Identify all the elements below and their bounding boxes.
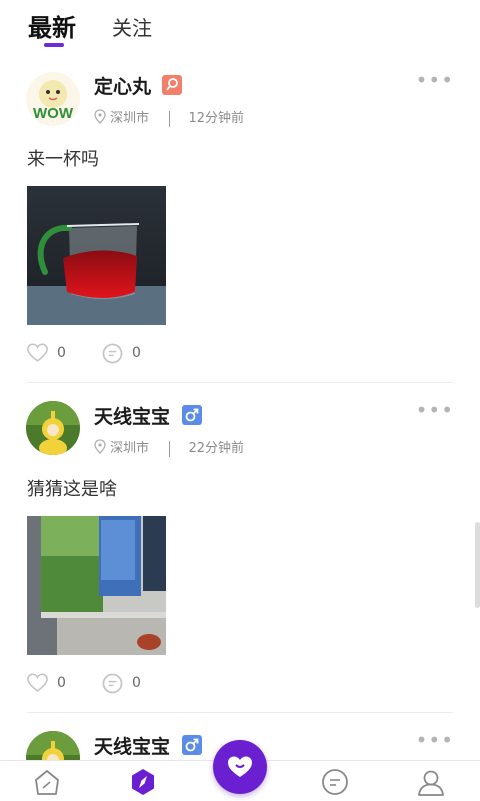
like-count: 0 <box>57 345 66 361</box>
location-text: 深圳市 <box>110 111 150 126</box>
nav-discover[interactable] <box>128 767 160 799</box>
home-icon <box>32 770 62 801</box>
svg-text:WOW: WOW <box>33 105 74 122</box>
meta-separator <box>169 440 171 457</box>
match-fab-button[interactable] <box>213 740 267 794</box>
tab-follow[interactable]: 关注 <box>112 12 152 41</box>
comment-count: 0 <box>132 675 141 691</box>
male-symbol-icon <box>182 735 202 755</box>
compass-icon <box>128 769 158 801</box>
avatar[interactable] <box>26 401 80 455</box>
male-symbol-icon <box>182 405 202 425</box>
like-button[interactable]: 0 <box>27 673 77 695</box>
like-count: 0 <box>57 675 66 691</box>
username[interactable]: 定心丸 <box>94 72 151 99</box>
post-divider <box>27 382 453 383</box>
like-button[interactable]: 0 <box>27 343 77 365</box>
profile-icon <box>416 770 446 801</box>
location-pin-icon <box>94 109 106 128</box>
comment-button[interactable]: 0 <box>102 673 152 695</box>
post-photo[interactable] <box>27 186 166 325</box>
post-divider <box>27 712 453 713</box>
location-text: 深圳市 <box>110 441 150 456</box>
tab-latest[interactable]: 最新 <box>28 8 76 43</box>
post-actions: 0 0 <box>27 343 167 365</box>
comment-icon <box>102 673 123 698</box>
post-time: 22分钟前 <box>188 441 244 456</box>
scrollbar-handle[interactable] <box>475 522 480 608</box>
heart-icon <box>27 343 48 367</box>
post-text: 猜猜这是啥 <box>27 479 117 500</box>
post-meta: 深圳市 22分钟前 <box>94 437 244 458</box>
post-meta: 深圳市 12分钟前 <box>94 107 244 128</box>
meta-separator <box>169 110 171 127</box>
top-tabs: 最新 关注 <box>0 0 480 58</box>
heart-chat-icon <box>226 753 254 785</box>
active-tab-indicator <box>44 43 64 47</box>
comment-button[interactable]: 0 <box>102 343 152 365</box>
post-text: 来一杯吗 <box>27 149 99 170</box>
post-actions: 0 0 <box>27 673 167 695</box>
location-pin-icon <box>94 439 106 458</box>
nav-home[interactable] <box>32 767 64 799</box>
more-options-icon[interactable]: ••• <box>416 728 454 752</box>
username[interactable]: 天线宝宝 <box>94 732 170 759</box>
post-time: 12分钟前 <box>188 111 244 126</box>
post-photo[interactable] <box>27 516 166 655</box>
search-tag-icon <box>162 75 182 95</box>
username[interactable]: 天线宝宝 <box>94 402 170 429</box>
heart-icon <box>27 673 48 697</box>
avatar[interactable]: WOW <box>26 72 80 126</box>
nav-messages[interactable] <box>320 767 352 799</box>
chat-icon <box>320 769 350 801</box>
more-options-icon[interactable]: ••• <box>416 398 454 422</box>
more-options-icon[interactable]: ••• <box>416 68 454 92</box>
comment-count: 0 <box>132 345 141 361</box>
comment-icon <box>102 343 123 368</box>
nav-profile[interactable] <box>416 767 448 799</box>
